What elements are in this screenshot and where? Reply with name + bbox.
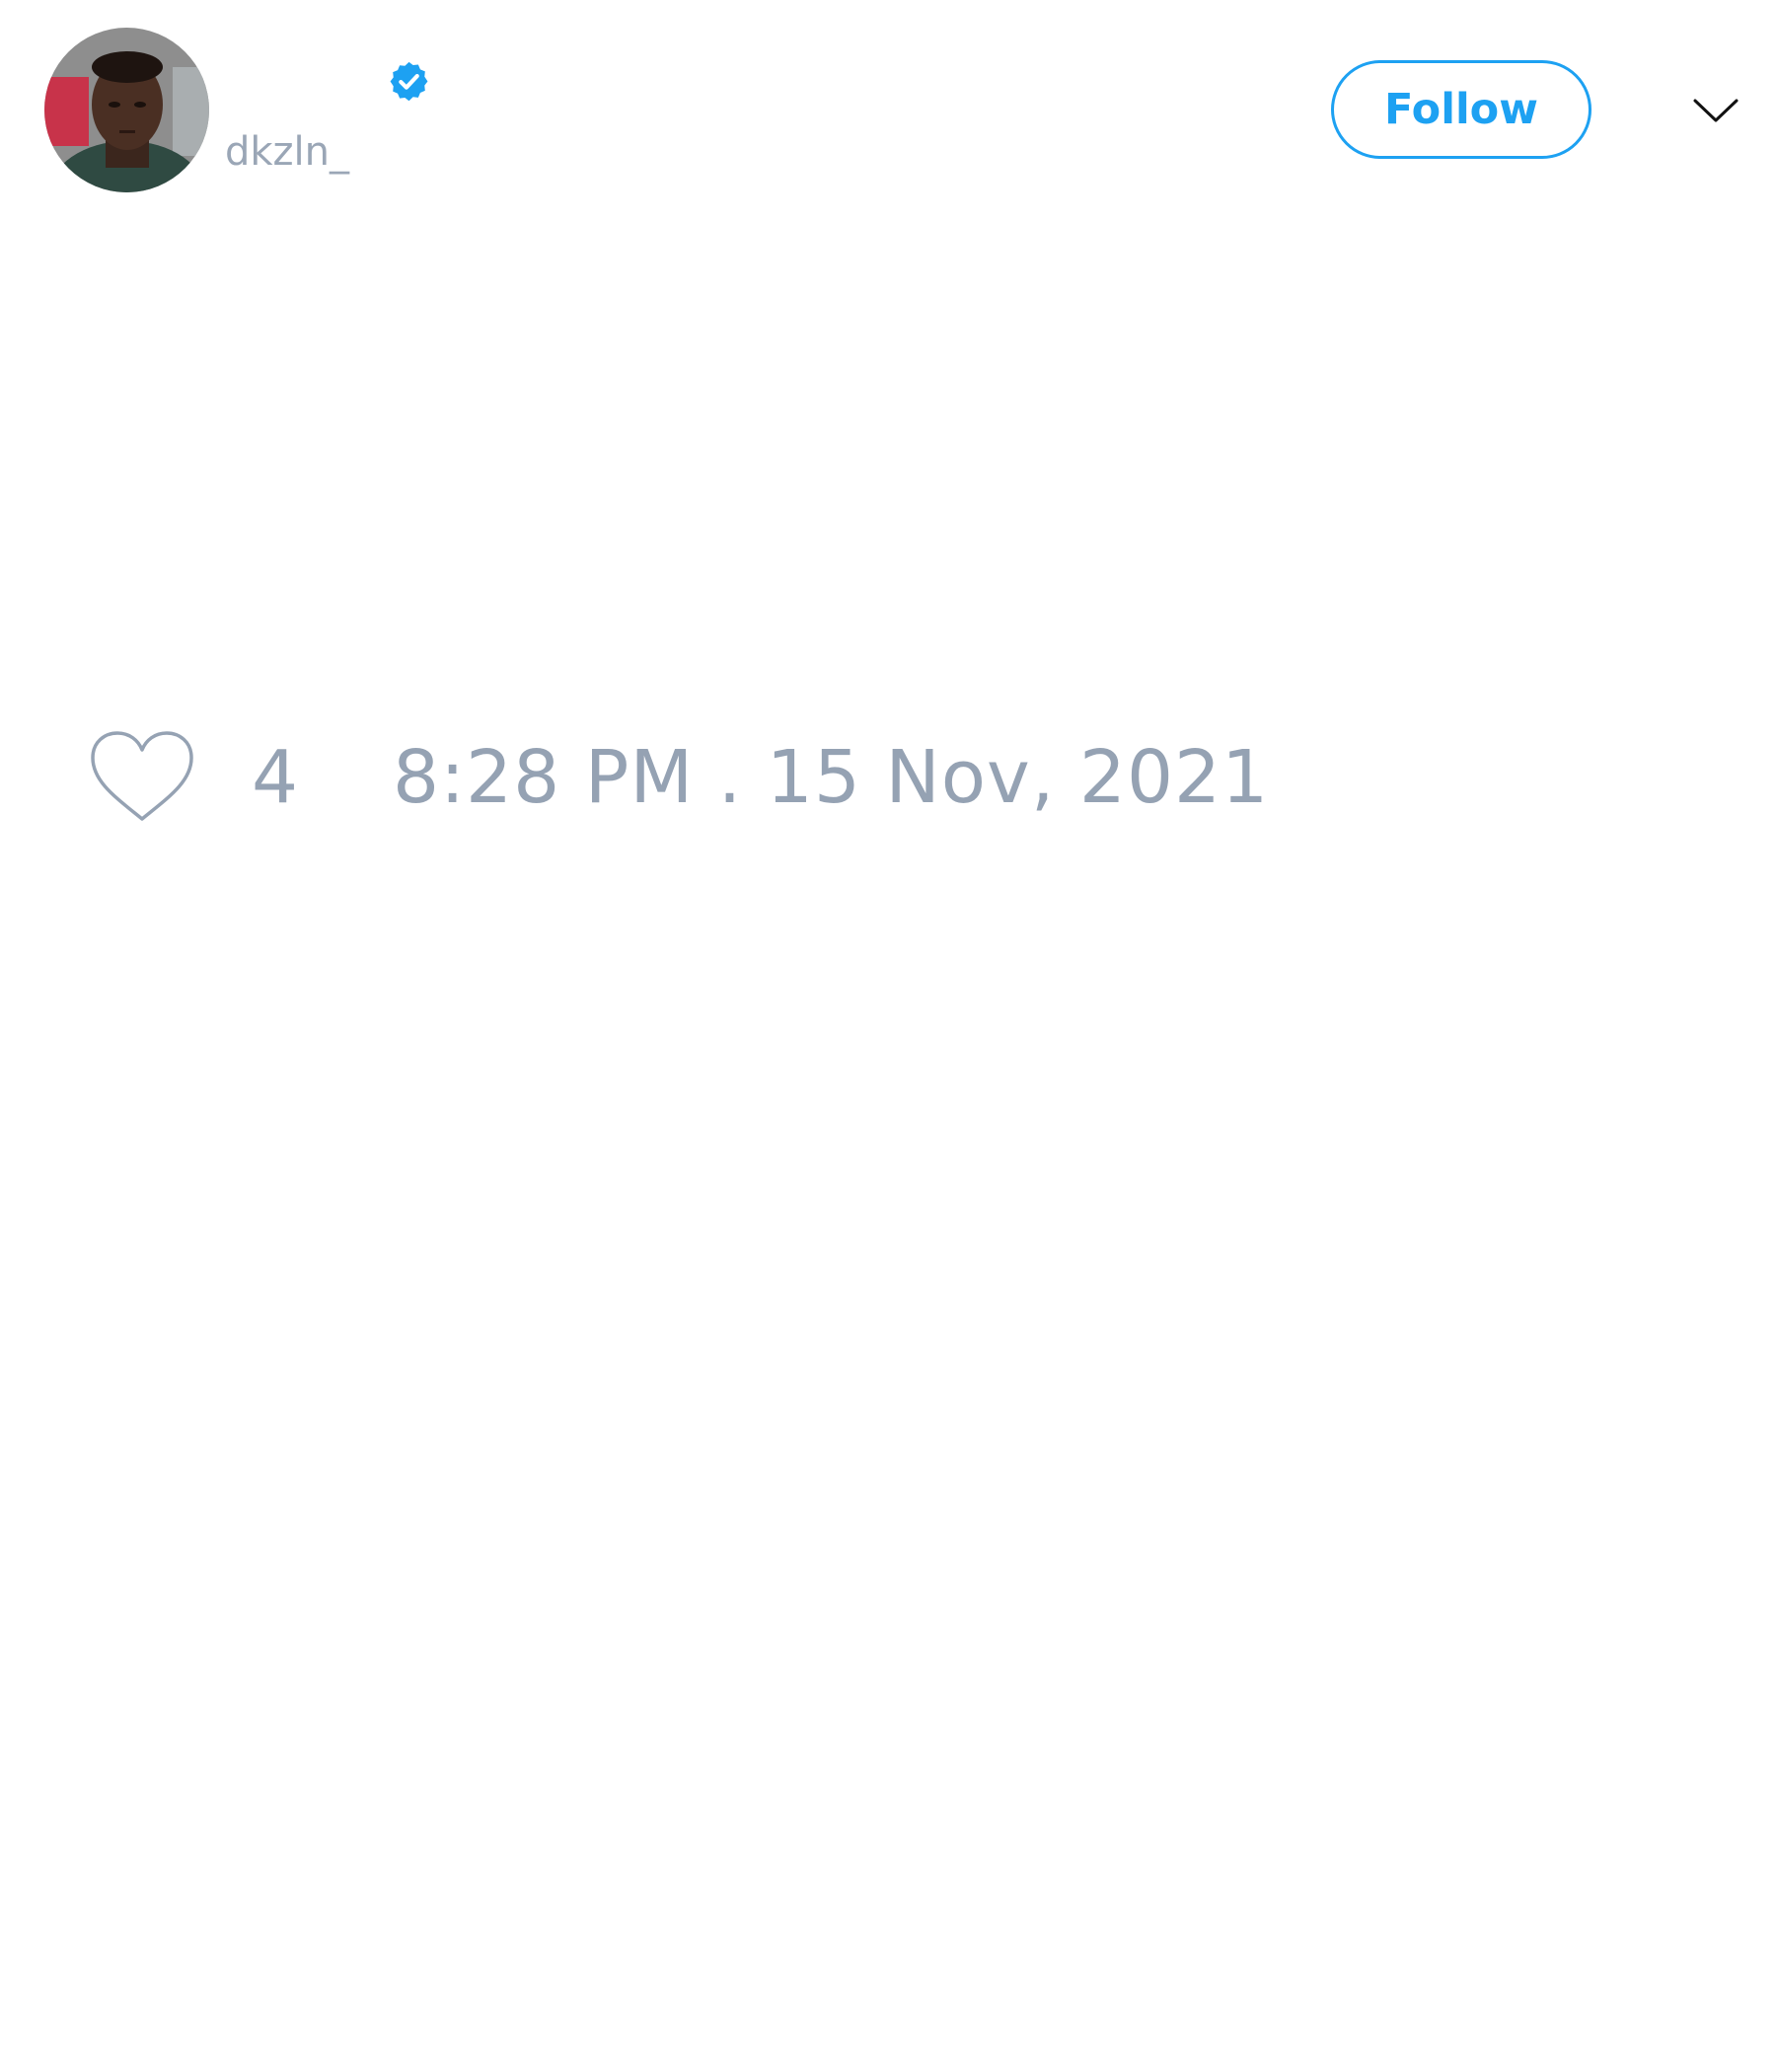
avatar-image	[44, 28, 209, 192]
follow-button[interactable]: Follow	[1331, 60, 1591, 159]
user-handle[interactable]: dkzln_	[225, 128, 349, 176]
tweet-timestamp[interactable]: 8:28 PM . 15 Nov, 2021	[393, 738, 1269, 817]
like-count: 4	[252, 735, 299, 820]
chevron-down-icon[interactable]	[1692, 91, 1739, 130]
verified-badge-icon	[390, 61, 428, 102]
avatar[interactable]	[44, 28, 209, 192]
heart-icon[interactable]	[90, 730, 194, 825]
